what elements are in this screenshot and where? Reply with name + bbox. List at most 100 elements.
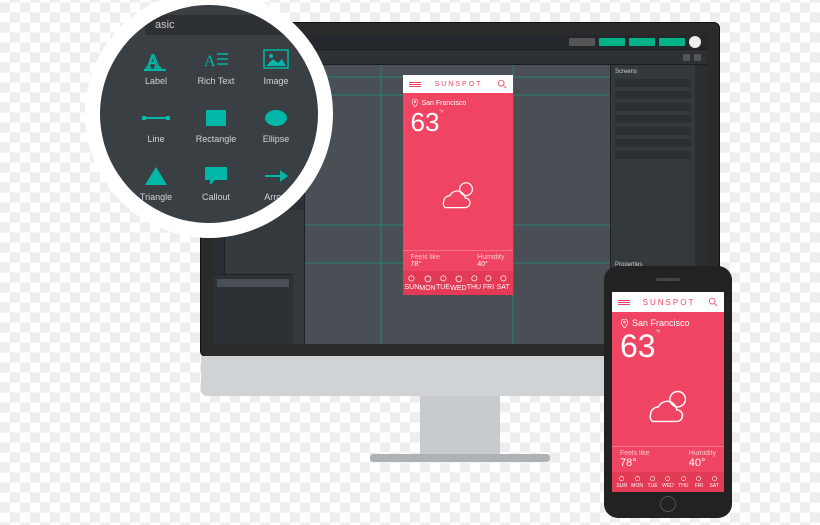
forecast-day-label: WED [662, 483, 674, 489]
widget-palette: asic ▾ A Label A Rich Text Image [100, 5, 318, 223]
forecast-day-label: THU [678, 483, 688, 489]
forecast-day[interactable]: MON [631, 475, 643, 489]
iphone-frame: SUNSPOT San Francisco 63 °F Feels like 7… [604, 266, 732, 518]
forecast-day[interactable]: FRI [481, 274, 496, 292]
artboard-phone[interactable]: SUNSPOT San Francisco 63 °F [403, 75, 513, 295]
topbar-chip[interactable] [629, 38, 655, 46]
widget-label: Callout [202, 192, 230, 202]
forecast-day-label: FRI [695, 483, 703, 489]
image-icon [262, 48, 290, 72]
forecast-day[interactable]: SUN [405, 274, 420, 292]
layers-item[interactable] [217, 296, 289, 303]
topbar-chip[interactable] [659, 38, 685, 46]
temperature: 63 °F [403, 107, 513, 138]
feels-label: Feels like [411, 254, 441, 261]
forecast-day-label: THU [467, 284, 481, 291]
iphone-screen: SUNSPOT San Francisco 63 °F Feels like 7… [612, 292, 724, 492]
screens-item[interactable] [615, 115, 691, 123]
temperature: 63 °F [612, 328, 724, 365]
feels-row: Feels like 78° Humidity 40° [612, 446, 724, 472]
forecast-day[interactable]: THU [677, 475, 689, 489]
feels-value: 78° [411, 261, 441, 268]
line-widget[interactable]: Line [127, 97, 185, 153]
topbar-chip[interactable] [599, 38, 625, 46]
toolbar-button[interactable] [683, 54, 690, 61]
hamburger-icon[interactable] [409, 82, 421, 87]
richtext-icon: A [202, 48, 230, 72]
avatar[interactable] [689, 36, 701, 48]
layers-item[interactable] [217, 289, 289, 296]
forecast-day[interactable]: SUN [616, 475, 628, 489]
weather-app-design: SUNSPOT San Francisco 63 °F [403, 75, 513, 295]
widget-label: Triangle [140, 192, 172, 202]
chevron-down-icon: ▾ [282, 18, 288, 32]
toolbar-button[interactable] [694, 54, 701, 61]
forecast-day[interactable]: SAT [496, 274, 511, 292]
imac-stand [420, 396, 500, 456]
forecast-day[interactable]: MON [419, 274, 435, 292]
svg-text:A: A [146, 51, 161, 72]
screens-item[interactable] [615, 79, 691, 87]
widget-label: Arrow [264, 192, 288, 202]
app-header: SUNSPOT [612, 292, 724, 312]
pin-icon [620, 319, 629, 328]
screens-item[interactable] [615, 103, 691, 111]
label-widget[interactable]: A Label [127, 39, 185, 95]
screens-item[interactable] [615, 127, 691, 135]
line-icon [142, 106, 170, 130]
weather-app-running: SUNSPOT San Francisco 63 °F Feels like 7… [612, 292, 724, 492]
humidity-value: 40° [689, 457, 716, 469]
iphone-home-button[interactable] [660, 496, 676, 512]
forecast-day[interactable]: WED [450, 274, 466, 292]
forecast-day-label: SAT [710, 483, 719, 489]
screens-item[interactable] [615, 91, 691, 99]
screens-header: Screens [615, 69, 691, 75]
rectangle-icon [202, 106, 230, 130]
forecast-day[interactable]: TUE [647, 475, 659, 489]
forecast-row: SUN MON TUE WED THU FRI SAT [403, 271, 513, 295]
layers-item[interactable] [217, 310, 289, 317]
search-icon[interactable] [497, 79, 507, 89]
screens-item[interactable] [615, 139, 691, 147]
forecast-day[interactable]: WED [662, 475, 674, 489]
feels-value: 78° [620, 457, 650, 469]
ellipse-widget[interactable]: Ellipse [247, 97, 305, 153]
temperature-unit: °F [656, 330, 661, 335]
feels-row: Feels like 78° Humidity 40° [403, 250, 513, 271]
callout-icon [202, 164, 230, 188]
forecast-day[interactable]: TUE [436, 274, 451, 292]
screens-item[interactable] [615, 151, 691, 159]
topbar-chip[interactable] [569, 38, 595, 46]
callout-widget[interactable]: Callout [187, 155, 245, 211]
location-row[interactable]: San Francisco [612, 312, 724, 328]
humidity-label: Humidity [477, 254, 504, 261]
weather-icon [403, 138, 513, 250]
forecast-day[interactable]: FRI [693, 475, 705, 489]
layers-header[interactable] [217, 279, 289, 287]
ellipse-icon [262, 106, 290, 130]
label-icon: A [142, 48, 170, 72]
forecast-day[interactable]: SAT [708, 475, 720, 489]
app-title: SUNSPOT [643, 298, 696, 307]
widget-label: Rectangle [196, 134, 237, 144]
weather-icon [612, 365, 724, 446]
editor-canvas[interactable]: SUNSPOT San Francisco 63 °F [305, 65, 610, 344]
richtext-widget[interactable]: A Rich Text [187, 39, 245, 95]
rectangle-widget[interactable]: Rectangle [187, 97, 245, 153]
forecast-row: SUN MON TUE WED THU FRI SAT [612, 472, 724, 492]
feels-like: Feels like 78° [620, 447, 650, 472]
forecast-day[interactable]: THU [467, 274, 482, 292]
image-widget[interactable]: Image [247, 39, 305, 95]
forecast-day-label: FRI [483, 284, 494, 291]
app-title: SUNSPOT [435, 81, 483, 88]
hamburger-icon[interactable] [618, 300, 630, 305]
arrow-widget[interactable]: Arrow [247, 155, 305, 211]
triangle-widget[interactable]: Triangle [127, 155, 185, 211]
layers-item[interactable] [217, 303, 289, 310]
location-row[interactable]: San Francisco [403, 93, 513, 107]
palette-header[interactable]: asic ▾ [145, 15, 298, 35]
forecast-day-label: TUE [436, 284, 450, 291]
forecast-day-label: SAT [497, 284, 510, 291]
triangle-icon [142, 164, 170, 188]
search-icon[interactable] [708, 297, 718, 307]
